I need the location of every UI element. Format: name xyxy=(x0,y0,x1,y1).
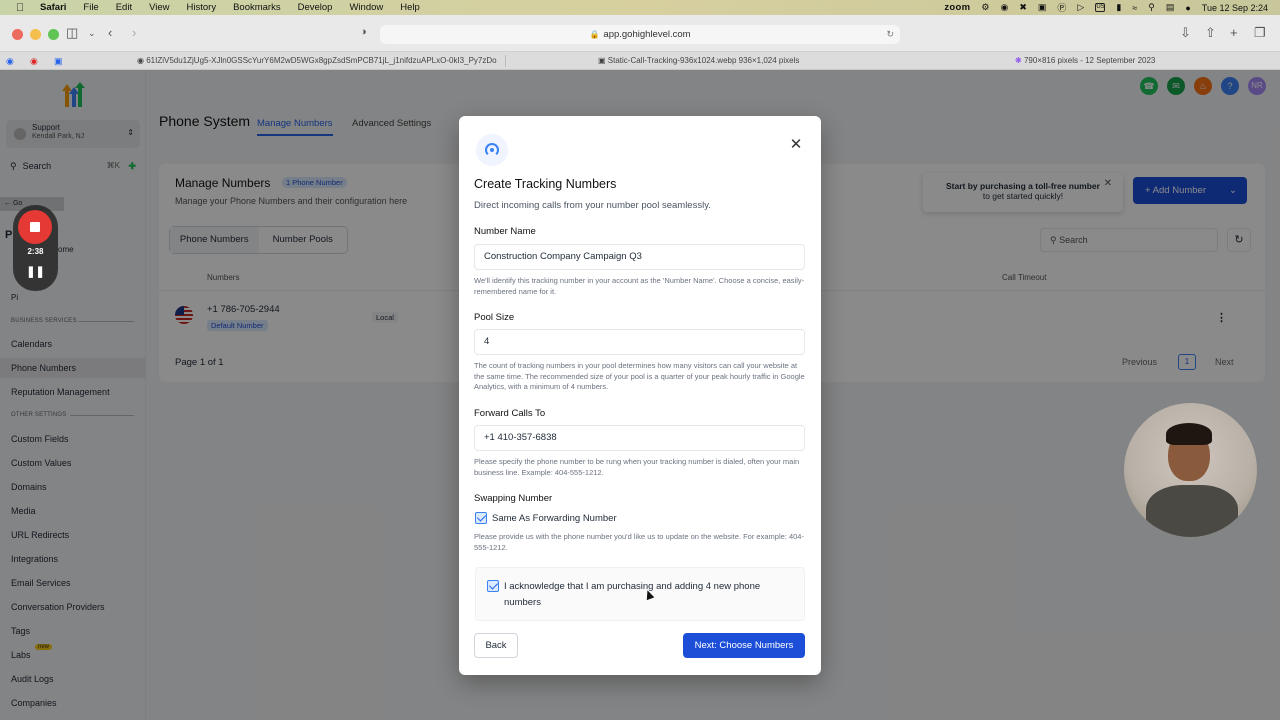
back-arrow-icon[interactable]: ‹ xyxy=(108,25,112,40)
battery-icon[interactable]: ▮ xyxy=(1116,2,1121,13)
menu-help[interactable]: Help xyxy=(400,2,420,13)
tab-divider xyxy=(505,55,506,67)
sidebar-toggle-icon[interactable]: ◫ xyxy=(66,25,78,41)
control-center-icon[interactable]: ▤ xyxy=(1166,2,1175,13)
webcam-person-hair xyxy=(1166,423,1212,445)
same-as-forwarding-label[interactable]: Same As Forwarding Number xyxy=(492,513,617,524)
pool-size-input[interactable]: 4 xyxy=(474,329,805,355)
webcam-person-body xyxy=(1146,485,1238,537)
modal-title: Create Tracking Numbers xyxy=(474,177,617,191)
gear-status-icon[interactable]: ⚙ xyxy=(981,2,989,13)
back-button[interactable]: Back xyxy=(474,633,518,658)
skype-status-icon[interactable]: Ⓟ xyxy=(1057,1,1066,14)
number-name-help: We'll identify this tracking number in y… xyxy=(474,276,805,296)
share-icon[interactable]: ⇧ xyxy=(1205,25,1216,41)
browser-tab[interactable]: ▣ Static-Call-Tracking-936x1024.webp 936… xyxy=(598,52,858,70)
lock-icon: 🔒 xyxy=(589,30,600,39)
browser-tab[interactable]: ❋ 790×816 pixels - 12 September 2023 xyxy=(1015,52,1215,70)
input-source-indicator[interactable]: US xyxy=(1095,3,1106,12)
recording-time: 2:38 xyxy=(27,247,44,256)
menu-app-name[interactable]: Safari xyxy=(40,2,66,13)
download-icon[interactable]: ⇩ xyxy=(1180,25,1191,41)
forward-calls-label: Forward Calls To xyxy=(474,408,546,419)
acknowledge-text[interactable]: I acknowledge that I am purchasing and a… xyxy=(504,579,774,611)
browser-tab-label: Static-Call-Tracking-936x1024.webp 936×1… xyxy=(607,56,800,65)
menu-window[interactable]: Window xyxy=(349,2,383,13)
pinned-tab-icon[interactable]: ▣ xyxy=(54,52,63,70)
url-text: app.gohighlevel.com xyxy=(603,29,691,40)
eye-status-icon[interactable]: ◉ xyxy=(1000,2,1008,13)
image-tab-icon: ▣ xyxy=(598,56,608,65)
menu-file[interactable]: File xyxy=(83,2,98,13)
next-choose-numbers-button[interactable]: Next: Choose Numbers xyxy=(683,633,805,658)
browser-tab-label: 61IZiV5du1ZjUg5-XJln0GSScYurY6M2wD5WGx8g… xyxy=(146,56,497,65)
new-tab-icon[interactable]: + xyxy=(1230,25,1238,40)
pause-icon[interactable]: ❚❚ xyxy=(13,265,58,278)
forward-calls-help: Please specify the phone number to be ru… xyxy=(474,457,800,477)
pinned-tab-icon[interactable]: ◉ xyxy=(30,52,38,70)
address-bar[interactable]: 🔒 app.gohighlevel.com ↻ xyxy=(380,25,900,44)
stop-recording-button[interactable] xyxy=(18,210,52,244)
wifi-icon[interactable]: ≈ xyxy=(1132,3,1137,13)
tab-overview-icon[interactable]: ❐ xyxy=(1254,25,1266,41)
menu-bookmarks[interactable]: Bookmarks xyxy=(233,2,281,13)
acknowledge-box: I acknowledge that I am purchasing and a… xyxy=(475,567,805,621)
safari-toolbar: ◫ ⌄ ‹ › ◑ 🔒 app.gohighlevel.com ↻ ⇩ ⇧ + ❐ xyxy=(0,15,1280,52)
browser-tab-bar: ◉ ◉ ▣ ◉ 61IZiV5du1ZjUg5-XJln0GSScYurY6M2… xyxy=(0,52,1280,70)
chevron-down-icon[interactable]: ⌄ xyxy=(88,28,96,39)
pool-size-help: The count of tracking numbers in your po… xyxy=(474,361,805,391)
zoom-status-icon[interactable]: zoom xyxy=(944,2,970,13)
play-status-icon[interactable]: ▷ xyxy=(1077,2,1084,13)
create-tracking-numbers-modal: ✕ Create Tracking Numbers Direct incomin… xyxy=(459,116,821,675)
record-status-icon[interactable]: ▣ xyxy=(1038,2,1047,13)
menu-develop[interactable]: Develop xyxy=(298,2,333,13)
modal-description: Direct incoming calls from your number p… xyxy=(474,200,711,211)
privacy-shield-icon[interactable]: ◑ xyxy=(360,26,367,38)
menu-history[interactable]: History xyxy=(187,2,217,13)
close-window-button[interactable] xyxy=(12,29,23,40)
forward-arrow-icon[interactable]: › xyxy=(132,25,136,40)
swapping-number-label: Swapping Number xyxy=(474,493,553,504)
menu-edit[interactable]: Edit xyxy=(116,2,132,13)
pinned-tab-icon[interactable]: ◉ xyxy=(6,52,14,70)
close-icon[interactable]: ✕ xyxy=(789,137,803,152)
apple-icon[interactable]:  xyxy=(12,2,28,14)
browser-tab-label: 790×816 pixels - 12 September 2023 xyxy=(1023,56,1156,65)
menubar-datetime[interactable]: Tue 12 Sep 2:24 xyxy=(1202,3,1268,13)
same-as-forwarding-checkbox[interactable] xyxy=(475,512,487,524)
number-name-label: Number Name xyxy=(474,226,536,237)
swapping-number-help: Please provide us with the phone number … xyxy=(474,532,804,552)
spotlight-search-icon[interactable]: ⚲ xyxy=(1148,2,1155,13)
forward-calls-input[interactable]: +1 410-357-6838 xyxy=(474,425,805,451)
chrome-tab-icon: ◉ xyxy=(137,56,147,65)
webcam-overlay xyxy=(1124,403,1257,537)
reload-icon[interactable]: ↻ xyxy=(886,25,894,44)
maximize-window-button[interactable] xyxy=(48,29,59,40)
number-name-input[interactable]: Construction Company Campaign Q3 xyxy=(474,244,805,270)
browser-tab[interactable]: ◉ 61IZiV5du1ZjUg5-XJln0GSScYurY6M2wD5WGx… xyxy=(137,52,497,70)
app-status-icon[interactable]: ✖ xyxy=(1019,2,1027,13)
siri-icon[interactable]: ● xyxy=(1185,3,1190,13)
mac-menubar:  Safari File Edit View History Bookmark… xyxy=(0,0,1280,15)
menu-view[interactable]: View xyxy=(149,2,169,13)
screen-recorder-widget: 2:38 ❚❚ xyxy=(13,205,58,291)
image-tab-icon: ❋ xyxy=(1015,56,1024,65)
acknowledge-checkbox[interactable] xyxy=(487,580,499,592)
tracking-icon xyxy=(476,134,508,166)
minimize-window-button[interactable] xyxy=(30,29,41,40)
pool-size-label: Pool Size xyxy=(474,312,515,323)
